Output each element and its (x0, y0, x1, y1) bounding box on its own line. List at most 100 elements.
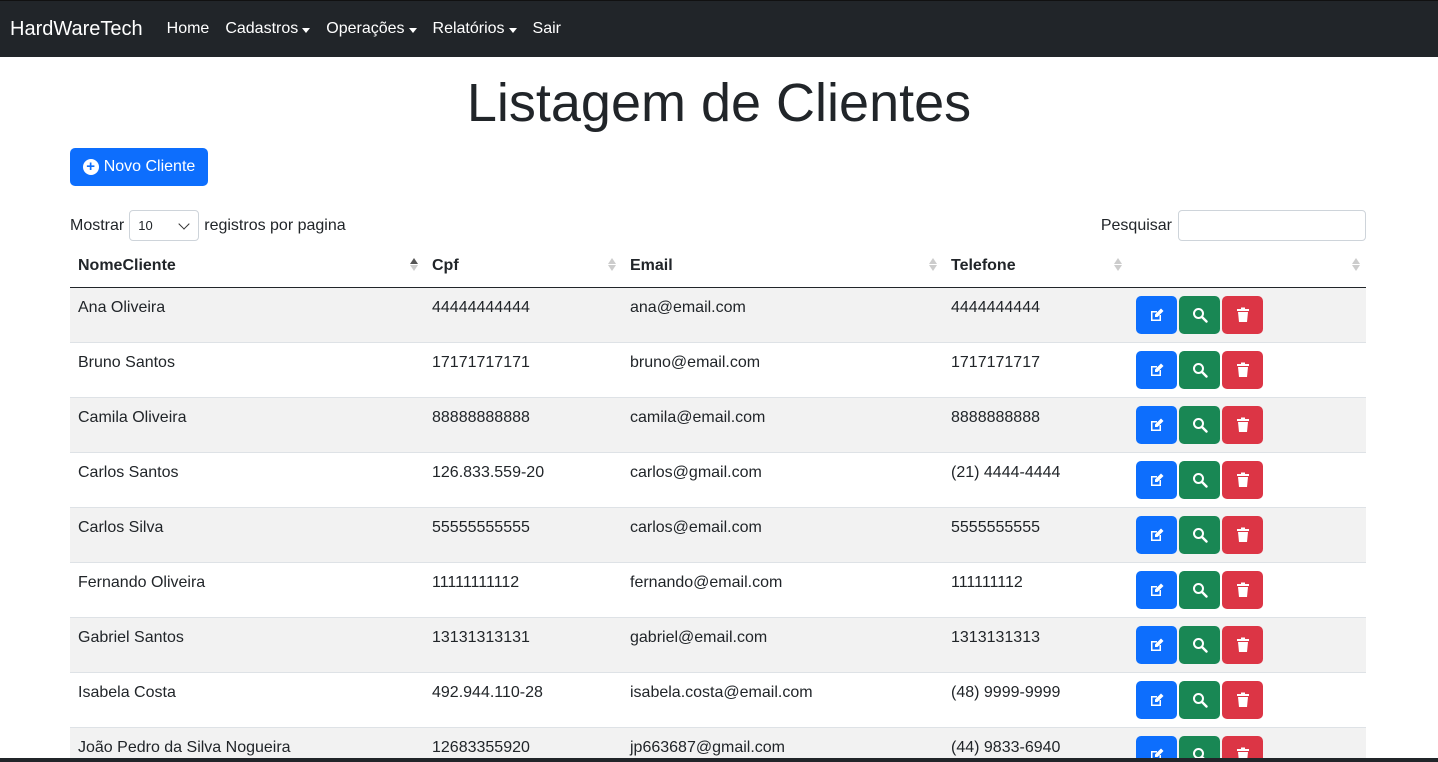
nav-home[interactable]: Home (159, 20, 218, 38)
cell-nome: João Pedro da Silva Nogueira (70, 727, 424, 762)
table-header-row: NomeCliente Cpf Email Telefone (70, 245, 1366, 288)
edit-button[interactable] (1136, 350, 1177, 389)
cell-cpf: 13131313131 (424, 617, 622, 673)
cell-nome: Gabriel Santos (70, 617, 424, 673)
delete-button[interactable] (1222, 680, 1263, 719)
trash-icon (1236, 307, 1250, 323)
table-row: Bruno Santos 17171717171 bruno@email.com 17… (70, 342, 1366, 398)
table-row: Camila Oliveira 88888888888 camila@email.c… (70, 397, 1366, 453)
view-button[interactable] (1179, 460, 1220, 499)
delete-button[interactable] (1222, 515, 1263, 554)
view-button[interactable] (1179, 570, 1220, 609)
edit-icon (1149, 307, 1165, 323)
trash-icon (1236, 582, 1250, 598)
search-icon (1192, 582, 1208, 598)
table-row: Carlos Silva 55555555555 carlos@email.com 5… (70, 507, 1366, 563)
view-button[interactable] (1179, 405, 1220, 444)
new-client-button[interactable]: + Novo Cliente (70, 148, 208, 186)
search-icon (1192, 417, 1208, 433)
column-header-email[interactable]: Email (622, 245, 943, 288)
cell-actions (1128, 507, 1366, 563)
cell-email: carlos@email.com (622, 507, 943, 563)
trash-icon (1236, 472, 1250, 488)
edit-button[interactable] (1136, 295, 1177, 334)
nav-cadastros[interactable]: Cadastros (217, 20, 318, 38)
column-header-cpf[interactable]: Cpf (424, 245, 622, 288)
cell-telefone: 1717171717 (943, 342, 1128, 398)
length-prefix: Mostrar (70, 216, 125, 234)
cell-actions (1128, 397, 1366, 453)
search-icon (1192, 362, 1208, 378)
table-row: Ana Oliveira 44444444444 ana@email.com 4444… (70, 287, 1366, 343)
nav-relatorios[interactable]: Relatórios (425, 20, 525, 38)
new-client-label: Novo Cliente (103, 158, 196, 175)
search-icon (1192, 472, 1208, 488)
edit-button[interactable] (1136, 680, 1177, 719)
delete-button[interactable] (1222, 350, 1263, 389)
cell-telefone: 8888888888 (943, 397, 1128, 453)
top-navbar: HardWareTech Home Cadastros Operações Re… (0, 0, 1438, 57)
edit-icon (1149, 472, 1165, 488)
cell-email: fernando@email.com (622, 562, 943, 618)
cell-nome: Carlos Silva (70, 507, 424, 563)
cell-nome: Camila Oliveira (70, 397, 424, 453)
sort-icon (1352, 258, 1360, 274)
nav-relatorios-label: Relatórios (432, 20, 505, 37)
trash-icon (1236, 527, 1250, 543)
search-input[interactable] (1178, 210, 1366, 241)
nav-sair[interactable]: Sair (525, 20, 569, 38)
trash-icon (1236, 417, 1250, 433)
search-label: Pesquisar (1100, 216, 1172, 234)
brand-logo[interactable]: HardWareTech (10, 18, 143, 41)
delete-button[interactable] (1222, 295, 1263, 334)
cell-telefone: 5555555555 (943, 507, 1128, 563)
cell-email: ana@email.com (622, 287, 943, 343)
cell-nome: Isabela Costa (70, 672, 424, 728)
nav-operacoes[interactable]: Operações (318, 20, 424, 38)
cell-email: camila@email.com (622, 397, 943, 453)
horizontal-scrollbar[interactable] (0, 758, 1438, 762)
edit-button[interactable] (1136, 405, 1177, 444)
cell-cpf: 88888888888 (424, 397, 622, 453)
cell-actions (1128, 342, 1366, 398)
cell-nome: Carlos Santos (70, 452, 424, 508)
view-button[interactable] (1179, 625, 1220, 664)
delete-button[interactable] (1222, 405, 1263, 444)
edit-button[interactable] (1136, 570, 1177, 609)
edit-button[interactable] (1136, 460, 1177, 499)
cell-telefone: (48) 9999-9999 (943, 672, 1128, 728)
delete-button[interactable] (1222, 460, 1263, 499)
view-button[interactable] (1179, 295, 1220, 334)
cell-telefone: 111111112 (943, 562, 1128, 618)
caret-down-icon (508, 27, 517, 33)
edit-button[interactable] (1136, 515, 1177, 554)
trash-icon (1236, 637, 1250, 653)
cell-email: gabriel@email.com (622, 617, 943, 673)
plus-circle-icon: + (82, 159, 99, 175)
column-header-nomecliente[interactable]: NomeCliente (70, 245, 424, 288)
edit-button[interactable] (1136, 625, 1177, 664)
column-header-telefone[interactable]: Telefone (943, 245, 1128, 288)
delete-button[interactable] (1222, 625, 1263, 664)
column-header-actions[interactable] (1128, 245, 1366, 288)
edit-icon (1149, 527, 1165, 543)
nav-home-label: Home (166, 20, 210, 37)
nav-cadastros-label: Cadastros (225, 20, 299, 37)
trash-icon (1236, 692, 1250, 708)
table-row: Gabriel Santos 13131313131 gabriel@email.c… (70, 617, 1366, 673)
cell-cpf: 11111111112 (424, 562, 622, 618)
sort-asc-icon (410, 258, 418, 274)
page-length-control: Mostrar 10 registros por pagina (70, 210, 346, 241)
cell-actions (1128, 562, 1366, 618)
delete-button[interactable] (1222, 570, 1263, 609)
table-row: Isabela Costa 492.944.110-28 isabela.costa… (70, 672, 1366, 728)
view-button[interactable] (1179, 515, 1220, 554)
page-length-select[interactable]: 10 (129, 210, 200, 241)
table-search: Pesquisar (1101, 210, 1366, 241)
edit-icon (1149, 417, 1165, 433)
view-button[interactable] (1179, 680, 1220, 719)
chevron-down-icon (178, 217, 190, 230)
view-button[interactable] (1179, 350, 1220, 389)
table-row: Fernando Oliveira 11111111112 fernando@ema… (70, 562, 1366, 618)
nav-sair-label: Sair (532, 20, 561, 37)
